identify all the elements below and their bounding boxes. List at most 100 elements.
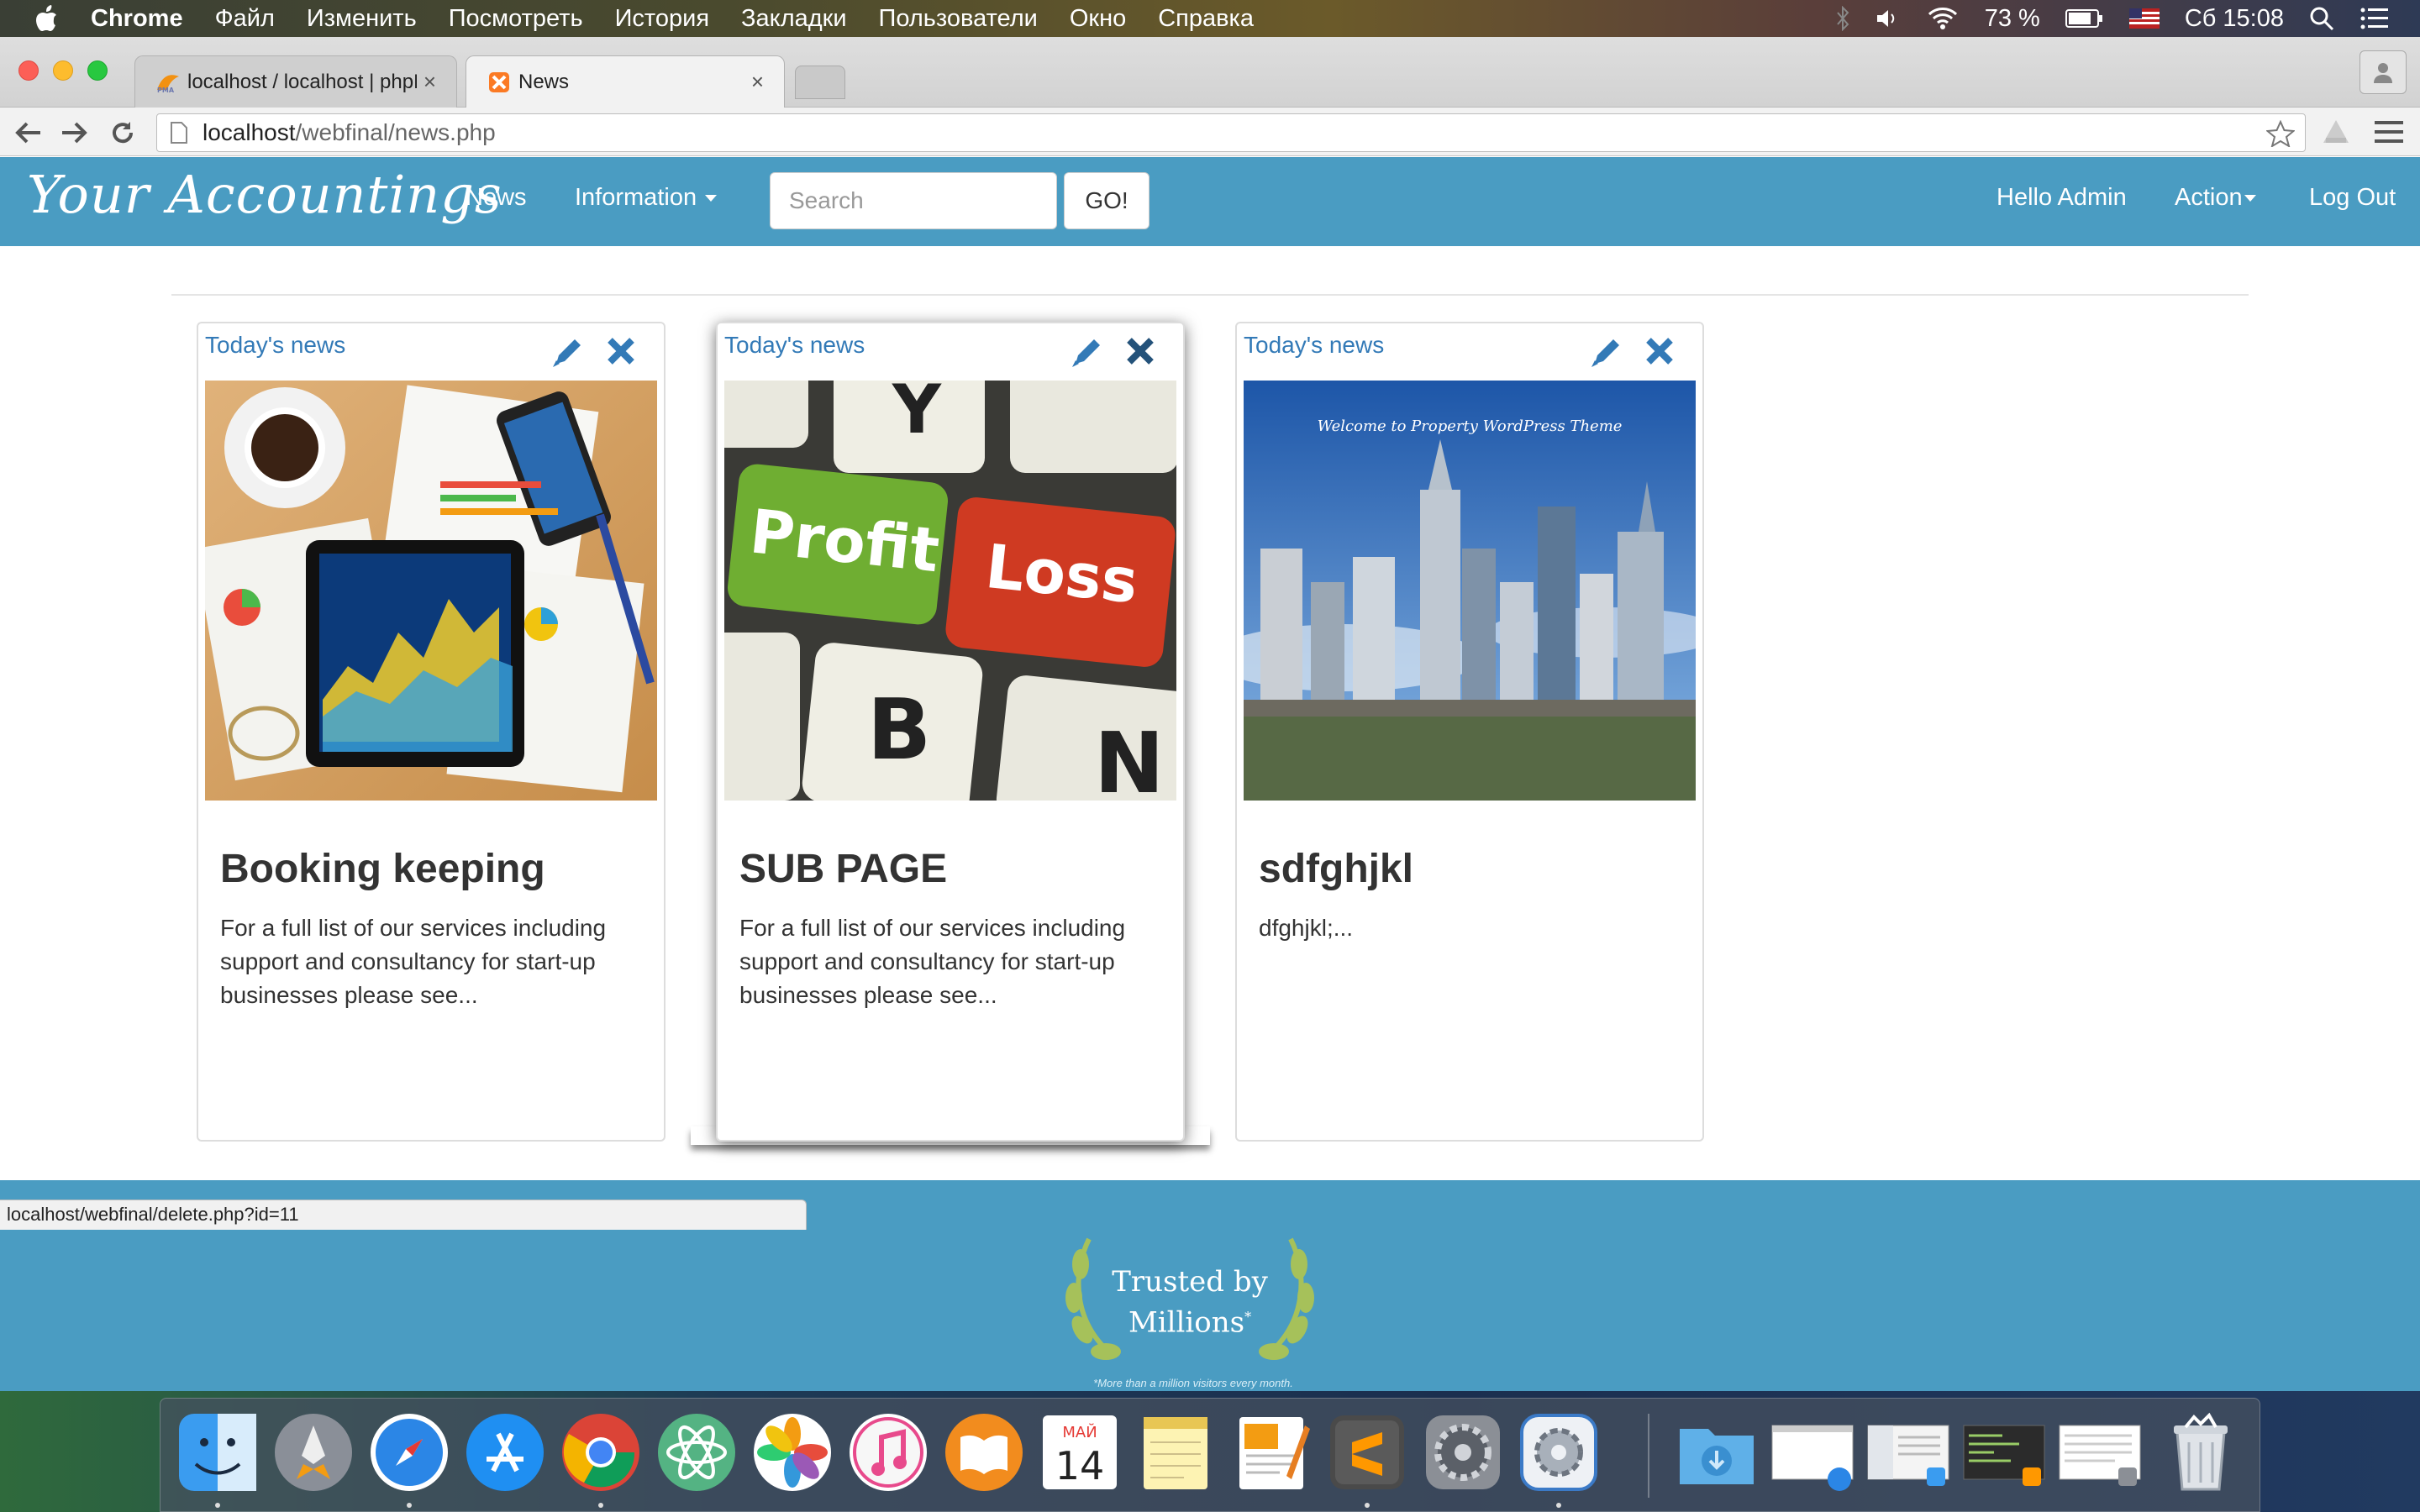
ibooks-icon[interactable] <box>940 1409 1028 1496</box>
address-bar[interactable]: localhost /webfinal/news.php <box>156 113 2306 152</box>
menu-bookmarks[interactable]: Закладки <box>741 5 847 33</box>
spotlight-icon[interactable] <box>2309 6 2334 31</box>
nav-hello-admin[interactable]: Hello Admin <box>1996 184 2127 212</box>
minimize-window-button[interactable] <box>53 60 73 81</box>
apple-icon[interactable] <box>34 4 59 33</box>
extension-icon[interactable] <box>2321 118 2351 146</box>
calendar-day: 14 <box>1055 1443 1105 1488</box>
macos-menu-bar: Chrome Файл Изменить Посмотреть История … <box>0 0 2420 37</box>
finance-desk-tablet-image[interactable] <box>205 381 657 801</box>
chrome-icon[interactable] <box>557 1409 644 1496</box>
card-kicker-link[interactable]: Today's news <box>724 332 865 359</box>
url-path: /webfinal/news.php <box>295 119 496 145</box>
search-input[interactable] <box>770 172 1057 229</box>
badge-line-1: Trusted by <box>1112 1265 1268 1299</box>
link-status-bubble: localhost/webfinal/delete.php?id=11 <box>0 1200 807 1230</box>
reload-icon <box>113 122 134 144</box>
nav-information-dropdown[interactable]: Information <box>575 184 718 212</box>
running-indicator <box>1556 1503 1561 1508</box>
edit-pencil-icon[interactable] <box>1588 333 1625 370</box>
photos-icon[interactable] <box>749 1409 836 1496</box>
notification-center-icon[interactable] <box>2360 7 2390 30</box>
tab-phpmyadmin[interactable]: PMA localhost / localhost | phpMyAdmin × <box>134 55 457 108</box>
nav-logout-link[interactable]: Log Out <box>2309 184 2396 212</box>
us-flag-icon[interactable] <box>2128 8 2160 29</box>
card-title[interactable]: sdfghjkl <box>1259 846 1413 892</box>
card-kicker-link[interactable]: Today's news <box>205 332 345 359</box>
battery-icon[interactable] <box>2065 8 2104 29</box>
window-thumbnail-icon[interactable] <box>1960 1409 2048 1496</box>
news-card: Today's news Welcome to Property WordPre… <box>1235 322 1704 1142</box>
search-go-button[interactable]: GO! <box>1064 172 1150 229</box>
pages-icon[interactable] <box>1228 1409 1315 1496</box>
battery-percent: 73 % <box>1984 4 2040 32</box>
new-tab-button[interactable] <box>795 66 845 99</box>
delete-x-icon[interactable] <box>1644 335 1676 367</box>
sublime-text-icon[interactable] <box>1323 1409 1411 1496</box>
menu-history[interactable]: История <box>615 5 709 33</box>
window-thumbnail-icon[interactable] <box>2056 1409 2144 1496</box>
bluetooth-icon[interactable] <box>1835 6 1850 31</box>
nav-action-dropdown[interactable]: Action <box>2175 184 2256 212</box>
tab-news[interactable]: News × <box>466 55 785 108</box>
bookmark-star-icon[interactable] <box>2266 120 2295 147</box>
launchpad-icon[interactable] <box>270 1409 357 1496</box>
menubar-clock[interactable]: Сб 15:08 <box>2185 5 2284 33</box>
trusted-by-millions-badge: Trusted by Millions* <box>1055 1264 1324 1340</box>
tab-title: News <box>518 70 570 93</box>
menu-view[interactable]: Посмотреть <box>449 5 583 33</box>
nav-action-label: Action <box>2175 184 2243 211</box>
chrome-window: PMA localhost / localhost | phpMyAdmin ×… <box>0 37 2420 1391</box>
notes-icon[interactable] <box>1132 1409 1219 1496</box>
menu-window[interactable]: Окно <box>1070 5 1126 33</box>
calendar-month: МАЙ <box>1062 1423 1097 1441</box>
card-title[interactable]: Booking keeping <box>220 846 545 892</box>
app-menu-chrome[interactable]: Chrome <box>91 5 183 33</box>
site-brand-logo[interactable]: Your Accountings <box>27 164 502 225</box>
downloads-folder-icon[interactable] <box>1673 1409 1760 1496</box>
xampp-manager-icon[interactable] <box>1515 1409 1602 1496</box>
menu-edit[interactable]: Изменить <box>307 5 417 33</box>
profile-button[interactable] <box>2360 50 2407 94</box>
tab-close-icon[interactable]: × <box>751 69 764 95</box>
tab-close-icon[interactable]: × <box>424 69 436 95</box>
volume-icon[interactable] <box>1876 8 1901 29</box>
badge-line-2-text: Millions <box>1128 1305 1245 1340</box>
back-button[interactable] <box>13 118 44 148</box>
profit-loss-keyboard-image[interactable]: Y Profit Loss B N <box>724 381 1176 801</box>
menu-help[interactable]: Справка <box>1158 5 1254 33</box>
itunes-icon[interactable] <box>844 1409 932 1496</box>
edit-pencil-icon[interactable] <box>550 333 587 370</box>
running-indicator <box>407 1503 412 1508</box>
fullscreen-window-button[interactable] <box>87 60 108 81</box>
trash-icon[interactable] <box>2157 1409 2244 1496</box>
site-navbar: Your Accountings News Information GO! He… <box>0 157 2420 246</box>
calendar-icon[interactable]: МАЙ 14 <box>1036 1409 1123 1496</box>
app-store-icon[interactable] <box>461 1409 549 1496</box>
xampp-icon <box>489 71 509 92</box>
wifi-icon[interactable] <box>1926 6 1960 31</box>
card-kicker-link[interactable]: Today's news <box>1244 332 1384 359</box>
macos-dock: МАЙ 14 <box>160 1398 2260 1512</box>
key-label: N <box>1094 714 1165 801</box>
chrome-menu-icon[interactable] <box>2375 119 2403 144</box>
atom-icon[interactable] <box>653 1409 740 1496</box>
menu-file[interactable]: Файл <box>215 5 275 33</box>
finder-icon[interactable] <box>174 1409 261 1496</box>
delete-x-icon[interactable] <box>1124 335 1156 367</box>
badge-footnote-mark: * <box>1244 1309 1252 1325</box>
nav-news-link[interactable]: News <box>466 184 527 212</box>
window-thumbnail-icon[interactable] <box>1865 1409 1952 1496</box>
system-preferences-icon[interactable] <box>1419 1409 1507 1496</box>
card-title[interactable]: SUB PAGE <box>739 846 947 892</box>
delete-x-icon[interactable] <box>605 335 637 367</box>
close-window-button[interactable] <box>18 60 39 81</box>
city-skyline-image[interactable]: Welcome to Property WordPress Theme <box>1244 381 1696 801</box>
reload-button[interactable] <box>108 118 138 148</box>
window-thumbnail-icon[interactable] <box>1769 1409 1856 1496</box>
safari-icon[interactable] <box>366 1409 453 1496</box>
forward-button[interactable] <box>59 118 89 148</box>
running-indicator <box>215 1503 220 1508</box>
menu-people[interactable]: Пользователи <box>879 5 1038 33</box>
edit-pencil-icon[interactable] <box>1069 333 1106 370</box>
